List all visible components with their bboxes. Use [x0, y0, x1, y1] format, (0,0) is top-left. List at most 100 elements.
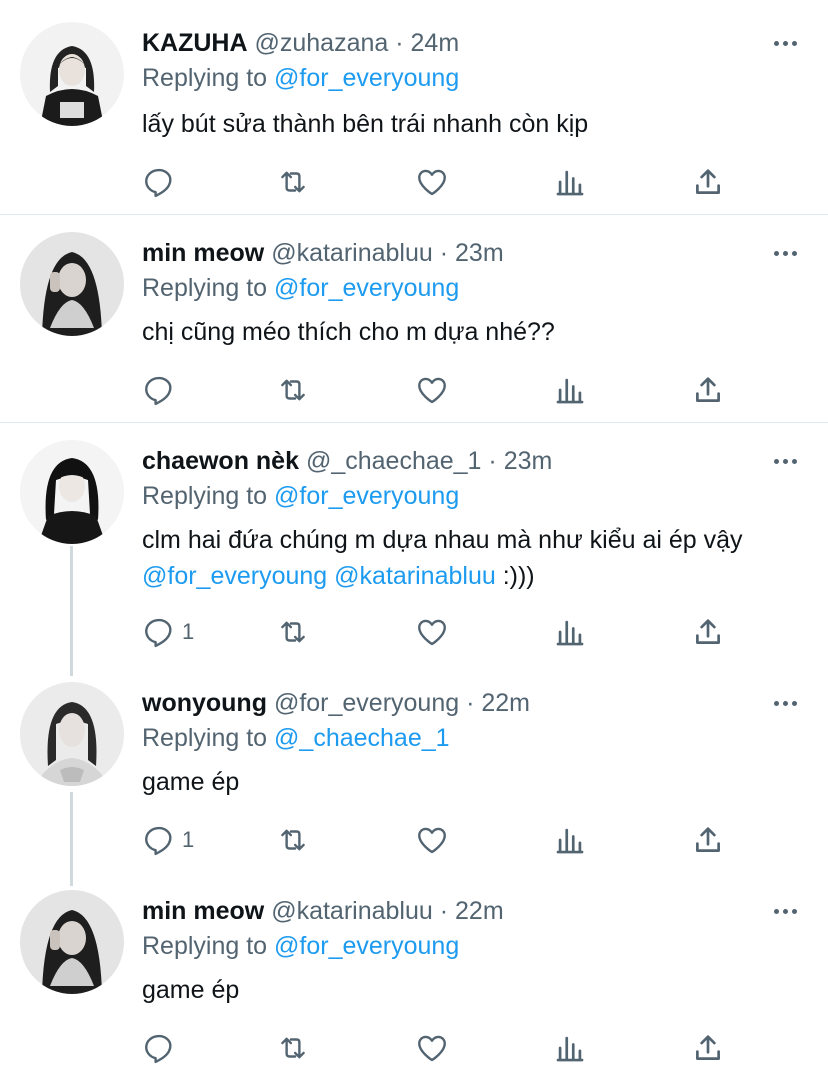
replying-to: Replying to @for_everyoung [142, 63, 459, 93]
share-button[interactable] [691, 822, 725, 858]
share-button[interactable] [691, 164, 725, 200]
display-name[interactable]: min meow [142, 239, 264, 267]
retweet-button[interactable] [276, 164, 310, 200]
separator-dot: · [388, 29, 411, 57]
reply-button[interactable]: 1 [142, 822, 194, 858]
like-button[interactable] [415, 164, 449, 200]
tweet-header: min meow @katarinabluu · 22m [142, 896, 504, 926]
tweet-text-part: chị cũng méo thích cho m dựa nhé?? [142, 318, 555, 346]
display-name[interactable]: wonyoung [142, 689, 267, 717]
heart-icon [418, 619, 446, 646]
user-handle[interactable]: @katarinabluu [271, 897, 433, 925]
analytics-button[interactable] [553, 1030, 587, 1066]
share-icon [696, 377, 720, 402]
separator-dot: · [459, 689, 482, 717]
like-button[interactable] [415, 614, 449, 650]
display-name[interactable]: chaewon nèk [142, 447, 299, 475]
tweet[interactable]: min meow @katarinabluu · 23m Replying to… [0, 210, 828, 422]
avatar[interactable] [20, 890, 124, 994]
like-button[interactable] [415, 372, 449, 408]
replying-label: Replying to [142, 64, 275, 92]
more-icon[interactable] [774, 898, 800, 924]
like-button[interactable] [415, 1030, 449, 1066]
tweet-text-part: game ép [142, 768, 240, 796]
more-icon[interactable] [774, 448, 800, 474]
user-handle[interactable]: @_chaechae_1 [306, 447, 482, 475]
share-button[interactable] [691, 614, 725, 650]
analytics-button[interactable] [553, 164, 587, 200]
tweet-actions [142, 1030, 762, 1066]
share-icon [696, 619, 720, 644]
retweet-icon [281, 171, 305, 193]
avatar[interactable] [20, 682, 124, 786]
tweet-header: wonyoung @for_everyoung · 22m [142, 688, 530, 718]
avatar-photo [20, 232, 124, 336]
retweet-button[interactable] [276, 822, 310, 858]
replying-label: Replying to [142, 274, 275, 302]
analytics-button[interactable] [553, 372, 587, 408]
more-icon[interactable] [774, 690, 800, 716]
avatar[interactable] [20, 440, 124, 544]
separator-dot: · [481, 447, 504, 475]
separator-dot: · [432, 239, 456, 267]
timestamp[interactable]: 24m [411, 29, 460, 57]
avatar[interactable] [20, 232, 124, 336]
retweet-button[interactable] [276, 614, 310, 650]
replying-mention[interactable]: @for_everyoung [274, 274, 459, 302]
replying-mention[interactable]: @for_everyoung [274, 482, 459, 510]
share-icon [696, 1035, 720, 1060]
reply-button[interactable] [142, 372, 182, 408]
replying-to: Replying to @_chaechae_1 [142, 723, 450, 753]
tweet-mention[interactable]: @katarinabluu [334, 562, 496, 590]
like-button[interactable] [415, 822, 449, 858]
tweet-mention[interactable]: @for_everyoung [142, 562, 327, 590]
retweet-button[interactable] [276, 1030, 310, 1066]
analytics-button[interactable] [553, 822, 587, 858]
tweet-actions [142, 164, 762, 200]
heart-icon [418, 827, 446, 854]
display-name[interactable]: KAZUHA [142, 29, 248, 57]
share-icon [696, 827, 720, 852]
avatar[interactable] [20, 22, 124, 126]
tweet-actions [142, 372, 762, 408]
timestamp[interactable]: 23m [504, 447, 553, 475]
replying-mention[interactable]: @for_everyoung [274, 64, 459, 92]
retweet-button[interactable] [276, 372, 310, 408]
tweet[interactable]: chaewon nèk @_chaechae_1 · 23m Replying … [0, 418, 828, 668]
reply-button[interactable]: 1 [142, 614, 194, 650]
display-name[interactable]: min meow [142, 897, 264, 925]
user-handle[interactable]: @for_everyoung [274, 689, 459, 717]
analytics-button[interactable] [553, 614, 587, 650]
replying-to: Replying to @for_everyoung [142, 931, 459, 961]
replying-mention[interactable]: @for_everyoung [274, 932, 459, 960]
more-icon[interactable] [774, 240, 800, 266]
replying-to: Replying to @for_everyoung [142, 273, 459, 303]
tweet[interactable]: min meow @katarinabluu · 22m Replying to… [0, 868, 828, 1077]
analytics-icon [556, 1036, 584, 1062]
user-handle[interactable]: @katarinabluu [271, 239, 433, 267]
tweet-header: min meow @katarinabluu · 23m [142, 238, 504, 268]
timestamp[interactable]: 23m [455, 239, 504, 267]
share-icon [696, 169, 720, 194]
tweet[interactable]: wonyoung @for_everyoung · 22m Replying t… [0, 660, 828, 878]
reply-button[interactable] [142, 1030, 182, 1066]
share-button[interactable] [691, 1030, 725, 1066]
more-icon[interactable] [774, 30, 800, 56]
tweet-text-part: game ép [142, 976, 240, 1004]
replying-mention[interactable]: @_chaechae_1 [274, 724, 450, 752]
user-handle[interactable]: @zuhazana [255, 29, 389, 57]
avatar-photo [20, 22, 124, 126]
reply-button[interactable] [142, 164, 182, 200]
avatar-photo [20, 890, 124, 994]
reply-count: 1 [182, 827, 195, 852]
separator-dot: · [432, 897, 456, 925]
timestamp[interactable]: 22m [481, 689, 530, 717]
retweet-icon [281, 1037, 305, 1059]
tweet-text: game ép [142, 972, 812, 1008]
timestamp[interactable]: 22m [455, 897, 504, 925]
analytics-icon [556, 828, 584, 854]
tweet[interactable]: KAZUHA @zuhazana · 24m Replying to @for_… [0, 0, 828, 214]
share-button[interactable] [691, 372, 725, 408]
tweet-text: lấy bút sửa thành bên trái nhanh còn kịp [142, 106, 812, 142]
avatar-photo [20, 440, 124, 544]
